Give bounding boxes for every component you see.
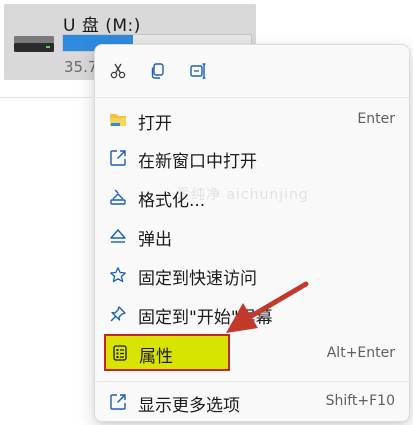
cut-icon [110,63,126,79]
usb-drive-icon [14,36,54,52]
copy-button[interactable] [146,59,170,83]
more-options-icon [110,394,126,410]
menu-separator [95,381,409,382]
menu-separator [95,97,409,98]
eject-icon [110,229,126,243]
menu-item-label: 固定到"开始"屏幕 [138,308,273,328]
copy-icon [151,63,164,79]
menu-item-more-options[interactable]: 显示更多选项 Shift+F10 [101,384,403,420]
menu-item-label: 在新窗口中打开 [138,152,257,172]
menu-item-pin-quick-access[interactable]: 固定到快速访问 [101,257,403,293]
properties-shortcut: Alt+Enter [326,345,395,361]
quick-action-bar [95,45,409,97]
menu-item-properties[interactable]: 属性 [104,334,230,371]
drive-size-text: 35.7 [64,58,98,76]
rename-button[interactable] [186,59,210,83]
menu-item-label: 打开 [138,114,172,134]
menu-item-label: 固定到快速访问 [138,269,257,289]
drive-title: U 盘 (M:) [63,16,141,36]
pin-icon [110,306,126,322]
explorer-screen: U 盘 (M:) 35.7 打开 Enter 在新窗口中打开 格式化... 弹出… [0,0,413,425]
star-icon [110,267,126,283]
menu-item-pin-start[interactable]: 固定到"开始"屏幕 [101,296,403,332]
cut-button[interactable] [106,59,130,83]
menu-item-shortcut: Enter [357,111,395,127]
menu-item-shortcut: Shift+F10 [325,393,395,409]
watermark: 爱纯净 aichunjing [176,187,309,203]
menu-item-label: 显示更多选项 [138,396,240,416]
folder-icon [110,114,126,126]
divider [0,97,92,98]
rename-icon [190,63,206,79]
properties-icon [113,345,127,361]
open-new-window-icon [110,150,126,166]
menu-item-label: 属性 [139,347,173,367]
menu-item-open-new-window[interactable]: 在新窗口中打开 [101,140,403,176]
format-icon [110,189,126,205]
menu-item-open[interactable]: 打开 Enter [101,102,403,138]
context-menu: 打开 Enter 在新窗口中打开 格式化... 弹出 固定到快速访问 固定到"开… [94,44,410,422]
menu-item-label: 弹出 [138,230,172,250]
menu-item-eject[interactable]: 弹出 [101,218,403,254]
